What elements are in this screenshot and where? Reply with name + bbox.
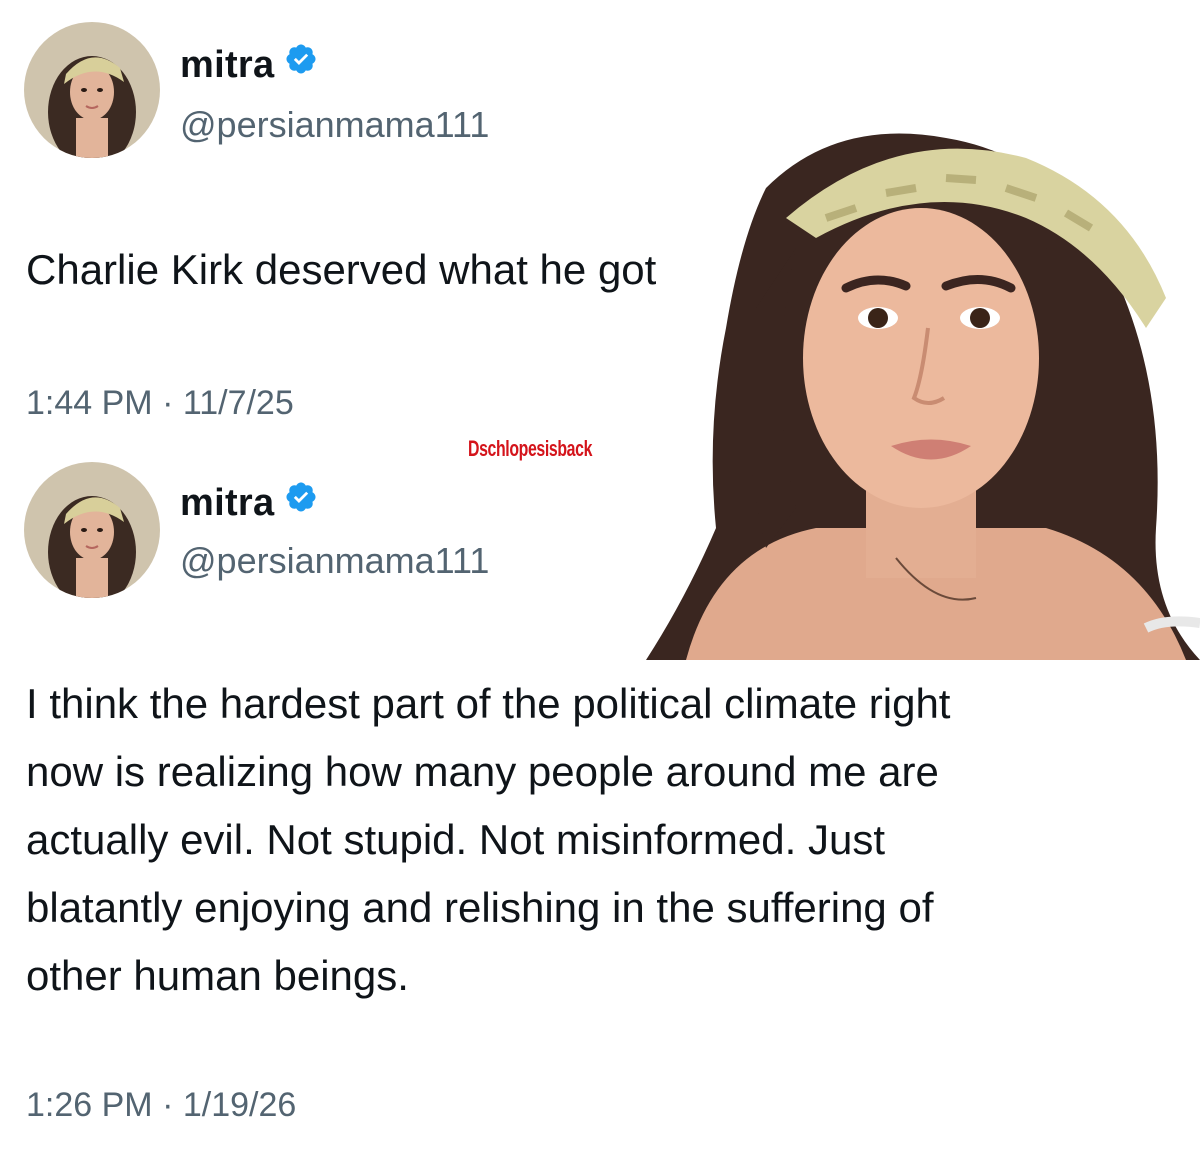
tweet-text-line: blatantly enjoying and relishing in the … (26, 884, 934, 931)
handle[interactable]: @persianmama111 (180, 540, 489, 582)
avatar[interactable] (24, 22, 160, 158)
tweet-text-line: now is realizing how many people around … (26, 748, 939, 795)
tweet-text: Charlie Kirk deserved what he got (26, 246, 657, 293)
tweet-text-line: actually evil. Not stupid. Not misinform… (26, 816, 885, 863)
tweet-text: I think the hardest part of the politica… (26, 670, 950, 1010)
tweet-text-line: other human beings. (26, 952, 409, 999)
avatar[interactable] (24, 462, 160, 598)
display-name[interactable]: mitra (180, 482, 318, 527)
handle[interactable]: @persianmama111 (180, 104, 489, 146)
display-name[interactable]: mitra (180, 44, 318, 89)
profile-photo-cutout (646, 128, 1200, 660)
timestamp[interactable]: 1:44 PM · 11/7/25 (26, 384, 294, 423)
tweet-text-line: I think the hardest part of the politica… (26, 680, 951, 727)
timestamp[interactable]: 1:26 PM · 1/19/26 (26, 1086, 296, 1125)
verified-badge-icon (284, 42, 318, 86)
verified-badge-icon (284, 480, 318, 524)
